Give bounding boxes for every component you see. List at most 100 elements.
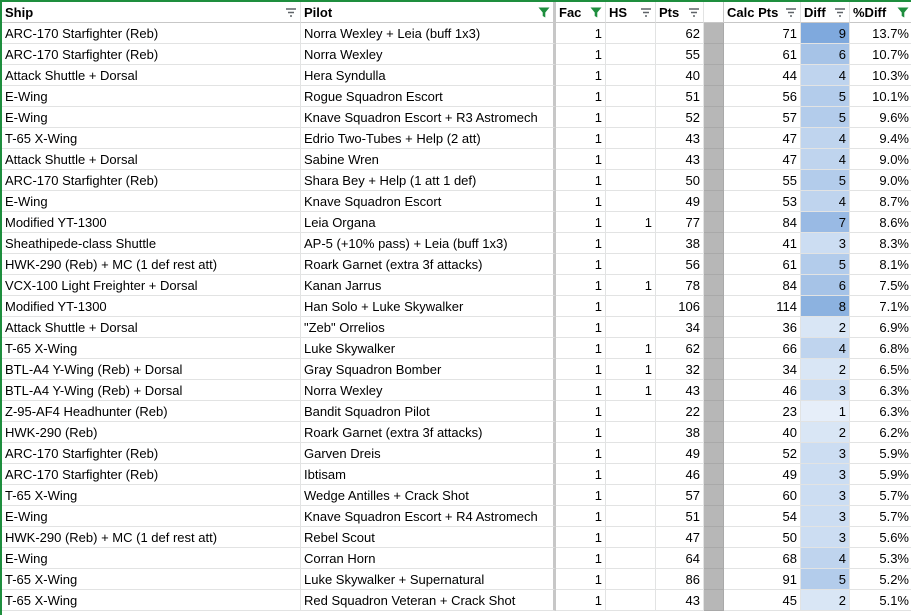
cell-calc-pts[interactable]: 41 [724,233,801,254]
blank-cell[interactable] [704,422,724,443]
cell-pts[interactable]: 49 [656,191,704,212]
cell-pilot[interactable]: AP-5 (+10% pass) + Leia (buff 1x3) [301,233,556,254]
cell-hs[interactable] [606,464,656,485]
cell-fac[interactable]: 1 [556,296,606,317]
cell-fac[interactable]: 1 [556,590,606,611]
cell-pct-diff[interactable]: 7.1% [850,296,911,317]
cell-calc-pts[interactable]: 34 [724,359,801,380]
cell-calc-pts[interactable]: 61 [724,44,801,65]
cell-fac[interactable]: 1 [556,275,606,296]
cell-pilot[interactable]: Luke Skywalker [301,338,556,359]
cell-pct-diff[interactable]: 6.2% [850,422,911,443]
cell-fac[interactable]: 1 [556,128,606,149]
filter-funnel-icon[interactable] [538,7,550,18]
cell-calc-pts[interactable]: 50 [724,527,801,548]
cell-diff[interactable]: 7 [801,212,850,233]
cell-diff[interactable]: 6 [801,44,850,65]
cell-pilot[interactable]: Sabine Wren [301,149,556,170]
cell-pts[interactable]: 52 [656,107,704,128]
cell-diff[interactable]: 4 [801,128,850,149]
cell-pct-diff[interactable]: 5.7% [850,485,911,506]
cell-fac[interactable]: 1 [556,233,606,254]
cell-fac[interactable]: 1 [556,527,606,548]
cell-hs[interactable] [606,65,656,86]
cell-calc-pts[interactable]: 114 [724,296,801,317]
blank-cell[interactable] [704,485,724,506]
cell-ship[interactable]: BTL-A4 Y-Wing (Reb) + Dorsal [2,359,301,380]
cell-calc-pts[interactable]: 56 [724,86,801,107]
cell-calc-pts[interactable]: 46 [724,380,801,401]
cell-diff[interactable]: 3 [801,233,850,254]
cell-pilot[interactable]: Leia Organa [301,212,556,233]
cell-pct-diff[interactable]: 5.7% [850,506,911,527]
cell-pct-diff[interactable]: 9.0% [850,149,911,170]
cell-pct-diff[interactable]: 9.6% [850,107,911,128]
cell-pts[interactable]: 49 [656,443,704,464]
cell-pilot[interactable]: Knave Squadron Escort + R3 Astromech [301,107,556,128]
cell-pilot[interactable]: Ibtisam [301,464,556,485]
cell-hs[interactable]: 1 [606,359,656,380]
cell-ship[interactable]: T-65 X-Wing [2,569,301,590]
cell-calc-pts[interactable]: 23 [724,401,801,422]
cell-hs[interactable] [606,422,656,443]
cell-ship[interactable]: E-Wing [2,191,301,212]
cell-fac[interactable]: 1 [556,569,606,590]
cell-pct-diff[interactable]: 5.9% [850,443,911,464]
blank-cell[interactable] [704,380,724,401]
cell-pct-diff[interactable]: 13.7% [850,23,911,44]
cell-ship[interactable]: HWK-290 (Reb) + MC (1 def rest att) [2,527,301,548]
cell-pilot[interactable]: Roark Garnet (extra 3f attacks) [301,254,556,275]
cell-fac[interactable]: 1 [556,401,606,422]
cell-hs[interactable] [606,317,656,338]
cell-pct-diff[interactable]: 5.3% [850,548,911,569]
cell-pilot[interactable]: Red Squadron Veteran + Crack Shot [301,590,556,611]
cell-fac[interactable]: 1 [556,191,606,212]
cell-ship[interactable]: E-Wing [2,86,301,107]
cell-pct-diff[interactable]: 5.2% [850,569,911,590]
blank-cell[interactable] [704,317,724,338]
filter-lines-icon[interactable] [785,7,797,18]
cell-pts[interactable]: 106 [656,296,704,317]
cell-calc-pts[interactable]: 57 [724,107,801,128]
cell-pts[interactable]: 64 [656,548,704,569]
cell-fac[interactable]: 1 [556,254,606,275]
blank-cell[interactable] [704,569,724,590]
cell-calc-pts[interactable]: 61 [724,254,801,275]
cell-ship[interactable]: Sheathipede-class Shuttle [2,233,301,254]
cell-pts[interactable]: 43 [656,380,704,401]
cell-calc-pts[interactable]: 49 [724,464,801,485]
cell-fac[interactable]: 1 [556,548,606,569]
filter-lines-icon[interactable] [640,7,652,18]
blank-cell[interactable] [704,149,724,170]
cell-diff[interactable]: 4 [801,338,850,359]
cell-ship[interactable]: BTL-A4 Y-Wing (Reb) + Dorsal [2,380,301,401]
cell-ship[interactable]: Attack Shuttle + Dorsal [2,149,301,170]
cell-hs[interactable] [606,296,656,317]
cell-pts[interactable]: 57 [656,485,704,506]
cell-pts[interactable]: 38 [656,422,704,443]
cell-fac[interactable]: 1 [556,443,606,464]
cell-ship[interactable]: T-65 X-Wing [2,128,301,149]
cell-pct-diff[interactable]: 8.1% [850,254,911,275]
blank-cell[interactable] [704,338,724,359]
blank-cell[interactable] [704,443,724,464]
cell-diff[interactable]: 2 [801,422,850,443]
cell-pct-diff[interactable]: 7.5% [850,275,911,296]
cell-pts[interactable]: 62 [656,338,704,359]
cell-calc-pts[interactable]: 45 [724,590,801,611]
cell-hs[interactable] [606,170,656,191]
cell-ship[interactable]: VCX-100 Light Freighter + Dorsal [2,275,301,296]
cell-pts[interactable]: 86 [656,569,704,590]
cell-calc-pts[interactable]: 47 [724,128,801,149]
cell-diff[interactable]: 8 [801,296,850,317]
cell-pts[interactable]: 43 [656,149,704,170]
cell-hs[interactable] [606,128,656,149]
cell-pilot[interactable]: Garven Dreis [301,443,556,464]
cell-ship[interactable]: HWK-290 (Reb) [2,422,301,443]
cell-fac[interactable]: 1 [556,86,606,107]
blank-cell[interactable] [704,212,724,233]
blank-cell[interactable] [704,527,724,548]
cell-fac[interactable]: 1 [556,23,606,44]
cell-fac[interactable]: 1 [556,149,606,170]
cell-pilot[interactable]: Norra Wexley [301,380,556,401]
